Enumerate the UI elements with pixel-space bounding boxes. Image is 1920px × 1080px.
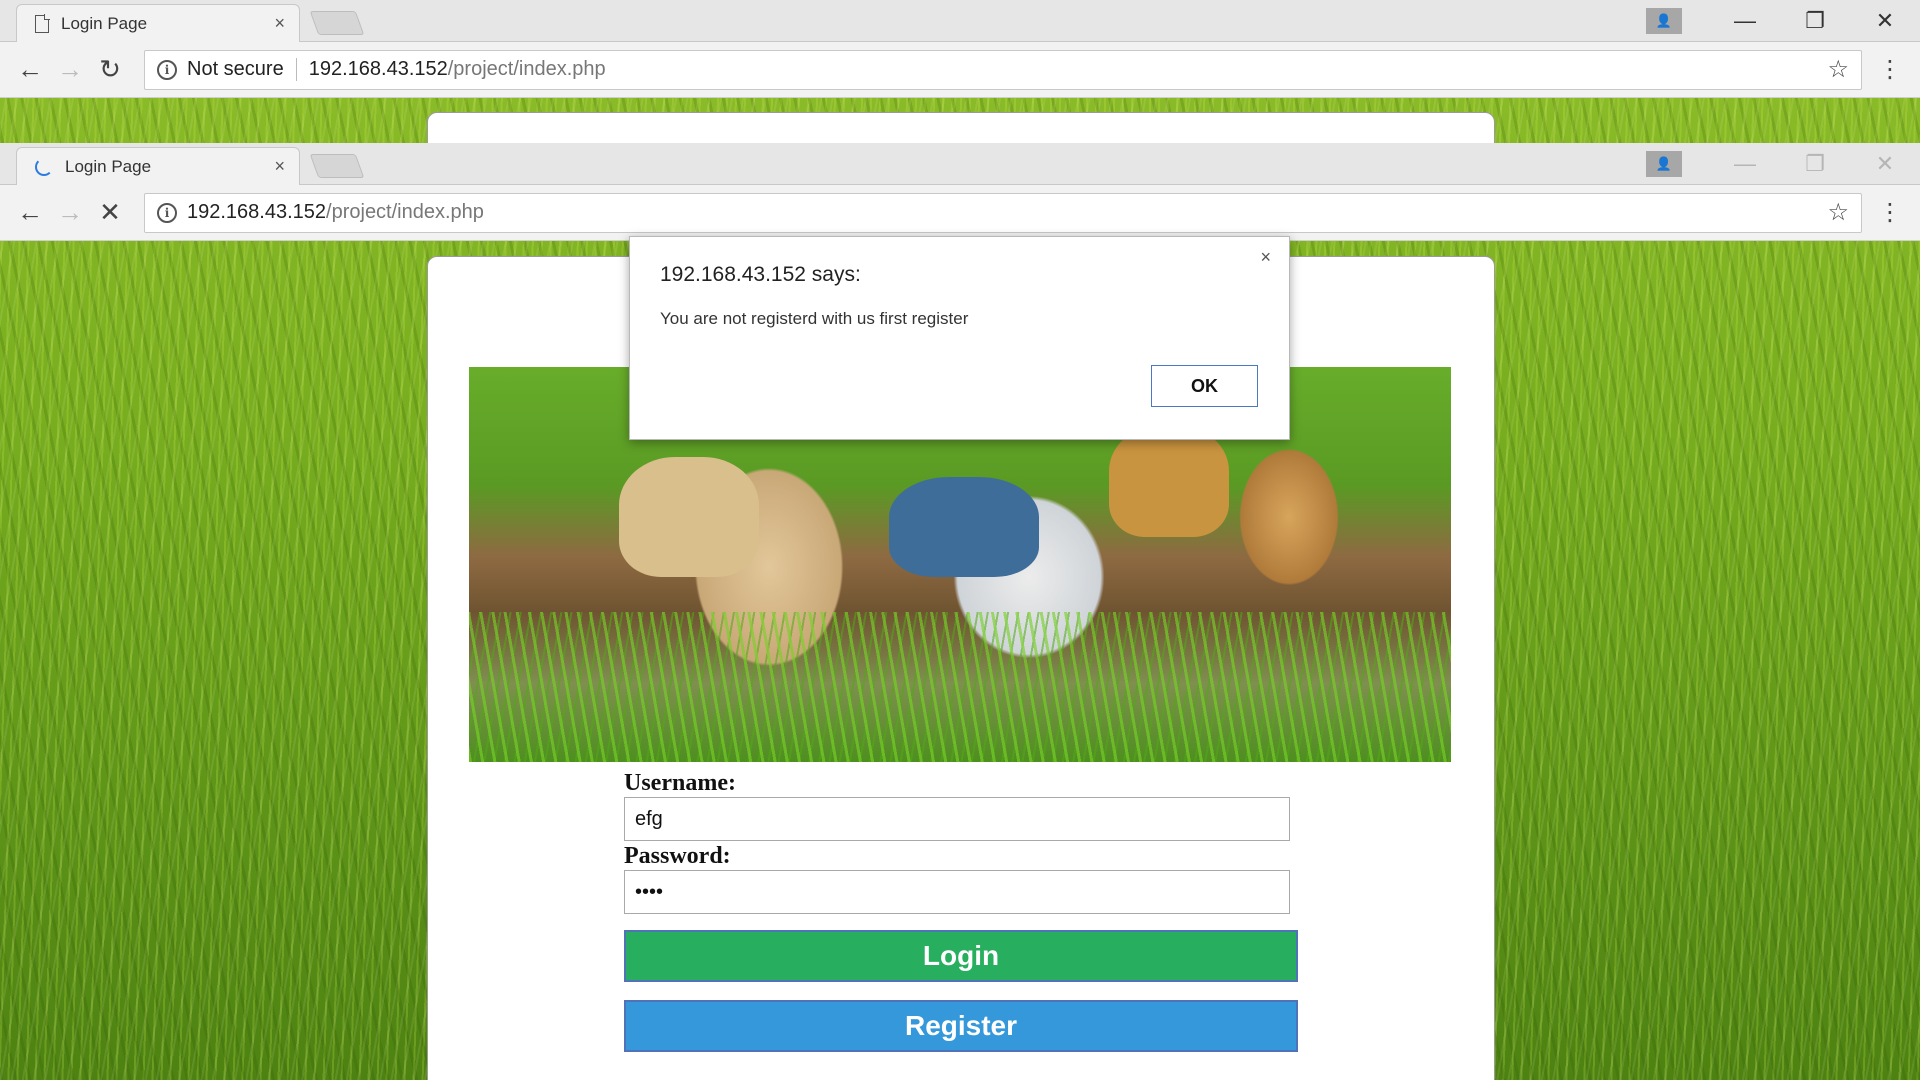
loading-spinner-icon: [35, 157, 53, 176]
stop-loading-icon[interactable]: ✕: [90, 197, 130, 228]
restore-icon[interactable]: ❐: [1780, 8, 1850, 34]
back-tab[interactable]: Login Page ×: [16, 4, 300, 42]
url-path: /project/index.php: [447, 58, 606, 80]
document-icon: [35, 14, 50, 33]
password-label: Password:: [624, 843, 731, 869]
url-path: /project/index.php: [326, 201, 484, 223]
farmer-figure: [619, 457, 759, 577]
username-label: Username:: [624, 770, 736, 796]
front-address-bar[interactable]: i 192.168.43.152 /project/index.php ☆: [144, 192, 1862, 233]
tab-close-icon[interactable]: ×: [274, 13, 285, 34]
new-tab-button[interactable]: [309, 154, 365, 178]
back-tabstrip: Login Page × 👤 — ❐ ✕: [0, 0, 1920, 42]
back-browser-chrome: Login Page × 👤 — ❐ ✕ ← → ↻ i Not secure …: [0, 0, 1920, 98]
alert-dialog: 192.168.43.152 says: × You are not regis…: [629, 236, 1290, 440]
reload-icon[interactable]: ↻: [90, 54, 130, 85]
bookmark-star-icon[interactable]: ☆: [1827, 198, 1849, 227]
security-label: Not secure: [187, 58, 297, 81]
back-address-bar[interactable]: i Not secure 192.168.43.152 /project/ind…: [144, 49, 1862, 90]
register-button[interactable]: Register: [624, 1000, 1298, 1052]
password-field[interactable]: ••••: [624, 870, 1290, 914]
ok-button[interactable]: OK: [1151, 365, 1258, 407]
front-tab[interactable]: Login Page ×: [16, 147, 300, 185]
info-icon[interactable]: i: [157, 59, 177, 80]
front-browser-chrome: Login Page × 👤 — ❐ ✕ ← → ✕ i 192.168.43.…: [0, 143, 1920, 241]
bookmark-star-icon[interactable]: ☆: [1827, 55, 1849, 84]
profile-icon[interactable]: 👤: [1646, 8, 1682, 34]
minimize-icon[interactable]: —: [1710, 8, 1780, 34]
close-window-icon[interactable]: ✕: [1850, 151, 1920, 177]
close-window-icon[interactable]: ✕: [1850, 8, 1920, 34]
back-page-card: [427, 112, 1495, 144]
forward-arrow-icon[interactable]: →: [50, 197, 90, 228]
url-host: 192.168.43.152: [187, 201, 327, 223]
menu-icon[interactable]: ⋮: [1870, 55, 1910, 84]
menu-icon[interactable]: ⋮: [1870, 198, 1910, 227]
back-tab-title: Login Page: [61, 13, 148, 33]
profile-icon[interactable]: 👤: [1646, 151, 1682, 177]
tab-close-icon[interactable]: ×: [274, 156, 285, 177]
back-window-controls: 👤 — ❐ ✕: [1646, 0, 1920, 42]
back-arrow-icon[interactable]: ←: [10, 54, 50, 85]
info-icon[interactable]: i: [157, 202, 177, 223]
alert-title: 192.168.43.152 says:: [660, 263, 861, 286]
restore-icon[interactable]: ❐: [1780, 151, 1850, 177]
farmer-figure: [889, 477, 1039, 577]
back-toolbar: ← → ↻ i Not secure 192.168.43.152 /proje…: [0, 42, 1920, 98]
farmer-figure: [1109, 427, 1229, 537]
login-button[interactable]: Login: [624, 930, 1298, 982]
close-icon[interactable]: ×: [1260, 247, 1271, 268]
url-host: 192.168.43.152: [308, 58, 448, 80]
front-window-controls: 👤 — ❐ ✕: [1646, 143, 1920, 185]
front-toolbar: ← → ✕ i 192.168.43.152 /project/index.ph…: [0, 185, 1920, 241]
username-field[interactable]: efg: [624, 797, 1290, 841]
minimize-icon[interactable]: —: [1710, 151, 1780, 177]
front-tab-title: Login Page: [65, 156, 152, 176]
back-arrow-icon[interactable]: ←: [10, 197, 50, 228]
forward-arrow-icon[interactable]: →: [50, 54, 90, 85]
front-tabstrip: Login Page × 👤 — ❐ ✕: [0, 143, 1920, 185]
new-tab-button[interactable]: [309, 11, 365, 35]
rice-sprouts: [469, 612, 1451, 762]
alert-message: You are not registerd with us first regi…: [660, 309, 969, 328]
